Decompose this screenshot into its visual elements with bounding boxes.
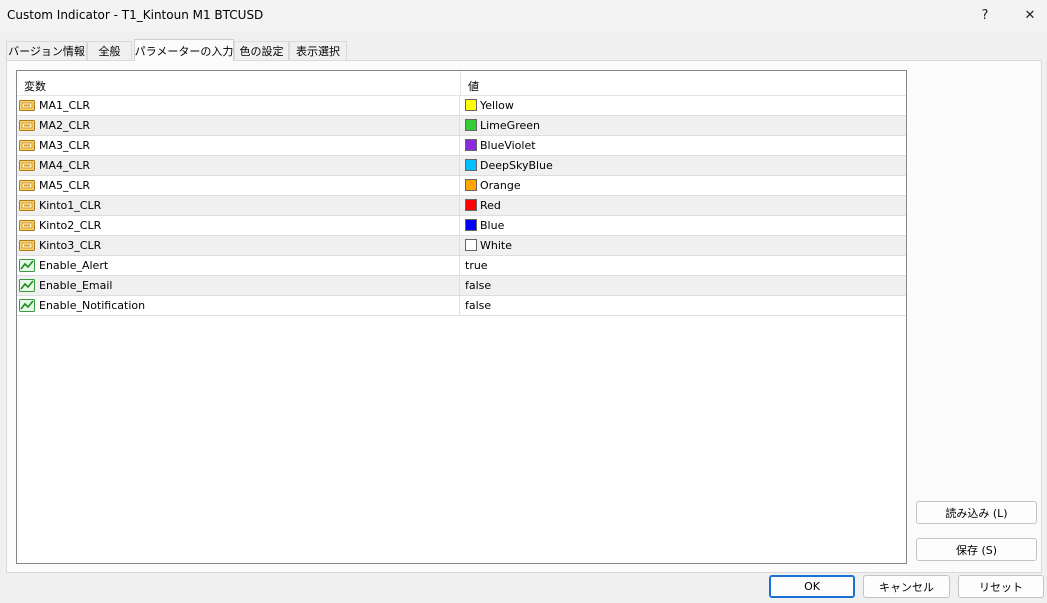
parameter-row[interactable]: MA1_CLR Yellow — [17, 96, 906, 116]
reset-button[interactable]: リセット — [958, 575, 1044, 598]
parameter-name: MA5_CLR — [39, 179, 90, 192]
parameter-value: Yellow — [480, 99, 514, 112]
parameter-value-cell[interactable]: LimeGreen — [461, 116, 906, 135]
color-swatch — [465, 119, 477, 131]
color-param-icon — [19, 178, 35, 193]
parameter-name: MA1_CLR — [39, 99, 90, 112]
color-param-icon — [19, 198, 35, 213]
bool-param-icon — [19, 258, 35, 273]
parameter-value: Red — [480, 199, 501, 212]
window-title: Custom Indicator - T1_Kintoun M1 BTCUSD — [7, 8, 264, 22]
parameter-row[interactable]: Kinto1_CLR Red — [17, 196, 906, 216]
parameter-value-cell[interactable]: BlueViolet — [461, 136, 906, 155]
color-param-icon — [19, 238, 35, 253]
color-swatch — [465, 219, 477, 231]
title-bar: Custom Indicator - T1_Kintoun M1 BTCUSD … — [0, 0, 1047, 31]
parameter-row[interactable]: Enable_Email false — [17, 276, 906, 296]
parameter-value: false — [465, 279, 492, 292]
parameter-row[interactable]: Enable_Alert true — [17, 256, 906, 276]
color-swatch — [465, 239, 477, 251]
bool-param-icon — [19, 278, 35, 293]
parameter-name: MA4_CLR — [39, 159, 90, 172]
color-param-icon — [19, 118, 35, 133]
parameter-row[interactable]: Kinto2_CLR Blue — [17, 216, 906, 236]
cancel-button[interactable]: キャンセル — [863, 575, 950, 598]
parameter-row[interactable]: MA4_CLR DeepSkyBlue — [17, 156, 906, 176]
color-swatch — [465, 159, 477, 171]
color-swatch — [465, 139, 477, 151]
parameter-name: Kinto1_CLR — [39, 199, 102, 212]
ok-button[interactable]: OK — [769, 575, 855, 598]
parameter-name: Enable_Alert — [39, 259, 109, 272]
parameter-name-cell[interactable]: MA4_CLR — [17, 156, 460, 175]
parameter-name: Kinto2_CLR — [39, 219, 102, 232]
parameter-row[interactable]: Enable_Notification false — [17, 296, 906, 316]
parameter-value-cell[interactable]: true — [461, 256, 906, 275]
color-swatch — [465, 199, 477, 211]
parameter-name: MA2_CLR — [39, 119, 90, 132]
parameter-value: BlueViolet — [480, 139, 536, 152]
parameter-name-cell[interactable]: MA3_CLR — [17, 136, 460, 155]
help-button[interactable]: ? — [962, 0, 1008, 31]
parameter-name-cell[interactable]: Kinto2_CLR — [17, 216, 460, 235]
tab-version-info[interactable]: バージョン情報 — [6, 41, 87, 60]
parameter-grid: 変数 値 MA1_CLR Yellow MA2_CLR LimeGreen MA3_CL… — [16, 70, 907, 564]
grid-header: 変数 値 — [17, 71, 906, 96]
column-header-variable[interactable]: 変数 — [24, 78, 46, 94]
parameter-row[interactable]: MA2_CLR LimeGreen — [17, 116, 906, 136]
parameter-name: Enable_Email — [39, 279, 113, 292]
parameter-row[interactable]: MA5_CLR Orange — [17, 176, 906, 196]
parameter-name-cell[interactable]: MA1_CLR — [17, 96, 460, 115]
tab-input-parameters[interactable]: パラメーターの入力 — [134, 39, 234, 61]
parameter-value: false — [465, 299, 492, 312]
parameter-value: White — [480, 239, 512, 252]
column-header-value[interactable]: 値 — [468, 78, 479, 94]
color-param-icon — [19, 98, 35, 113]
parameter-name-cell[interactable]: Enable_Alert — [17, 256, 460, 275]
load-button[interactable]: 読み込み (L) — [916, 501, 1037, 524]
parameter-value-cell[interactable]: DeepSkyBlue — [461, 156, 906, 175]
parameter-value: DeepSkyBlue — [480, 159, 553, 172]
color-param-icon — [19, 158, 35, 173]
parameter-value-cell[interactable]: Blue — [461, 216, 906, 235]
save-button[interactable]: 保存 (S) — [916, 538, 1037, 561]
bool-param-icon — [19, 298, 35, 313]
parameter-value-cell[interactable]: false — [461, 296, 906, 315]
parameter-value-cell[interactable]: false — [461, 276, 906, 295]
parameter-name-cell[interactable]: MA2_CLR — [17, 116, 460, 135]
parameter-value: true — [465, 259, 488, 272]
color-param-icon — [19, 138, 35, 153]
parameter-name-cell[interactable]: Kinto1_CLR — [17, 196, 460, 215]
parameter-name-cell[interactable]: Enable_Notification — [17, 296, 460, 315]
parameter-value-cell[interactable]: Yellow — [461, 96, 906, 115]
close-icon: ✕ — [1024, 8, 1036, 23]
tab-display-selection[interactable]: 表示選択 — [289, 41, 347, 60]
parameter-value: Blue — [480, 219, 505, 232]
parameter-name-cell[interactable]: Enable_Email — [17, 276, 460, 295]
tab-general[interactable]: 全般 — [87, 41, 132, 60]
parameter-row[interactable]: Kinto3_CLR White — [17, 236, 906, 256]
parameter-value-cell[interactable]: White — [461, 236, 906, 255]
parameter-name: MA3_CLR — [39, 139, 90, 152]
color-param-icon — [19, 218, 35, 233]
parameter-row[interactable]: MA3_CLR BlueViolet — [17, 136, 906, 156]
grid-body: MA1_CLR Yellow MA2_CLR LimeGreen MA3_CLR Blue… — [17, 96, 906, 316]
parameter-name-cell[interactable]: MA5_CLR — [17, 176, 460, 195]
close-button[interactable]: ✕ — [1007, 0, 1047, 31]
parameter-name-cell[interactable]: Kinto3_CLR — [17, 236, 460, 255]
parameter-value-cell[interactable]: Red — [461, 196, 906, 215]
parameter-value: Orange — [480, 179, 521, 192]
parameter-name: Kinto3_CLR — [39, 239, 102, 252]
parameter-value: LimeGreen — [480, 119, 540, 132]
column-divider[interactable] — [460, 71, 461, 96]
color-swatch — [465, 99, 477, 111]
color-swatch — [465, 179, 477, 191]
parameter-value-cell[interactable]: Orange — [461, 176, 906, 195]
parameter-name: Enable_Notification — [39, 299, 146, 312]
tab-color-settings[interactable]: 色の設定 — [234, 41, 289, 60]
